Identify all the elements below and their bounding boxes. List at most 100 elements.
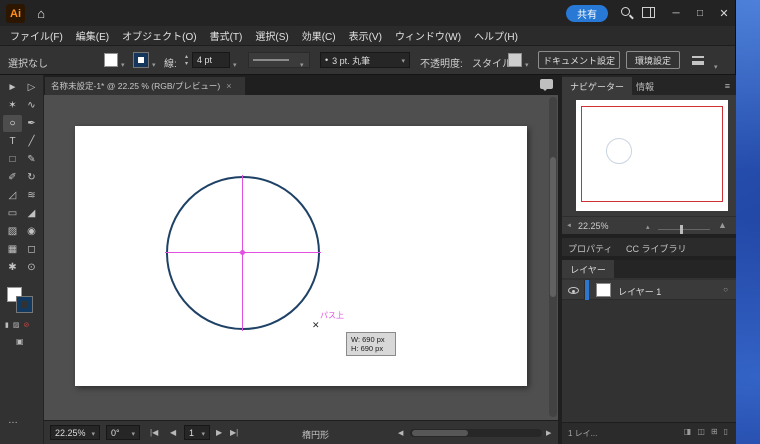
lasso-tool[interactable]: ∿ <box>22 97 41 114</box>
navigator-preview[interactable] <box>576 100 728 211</box>
artboard-number-dropdown[interactable]: 1 <box>184 425 210 440</box>
menu-help[interactable]: ヘルプ(H) <box>474 28 518 43</box>
menu-effect[interactable]: 効果(C) <box>302 28 336 43</box>
visibility-eye-icon[interactable] <box>568 287 579 294</box>
tab-properties[interactable]: プロパティ <box>568 242 612 255</box>
hand-tool[interactable]: ✱ <box>3 259 22 276</box>
brush-dropdown[interactable]: • 3 pt. 丸筆 <box>320 52 410 68</box>
new-layer-icon[interactable]: ⊞ <box>711 427 718 436</box>
control-panel-caret-icon[interactable] <box>714 56 718 74</box>
maximize-button[interactable]: □ <box>688 0 712 26</box>
close-button[interactable]: ✕ <box>712 0 736 26</box>
menu-view[interactable]: 表示(V) <box>349 28 382 43</box>
style-swatch[interactable] <box>508 53 522 67</box>
menu-window[interactable]: ウィンドウ(W) <box>395 28 461 43</box>
navigator-view-box[interactable] <box>581 106 723 202</box>
blend-tool[interactable]: ◉ <box>22 223 41 240</box>
document-tab-close-icon[interactable]: × <box>226 81 231 91</box>
make-clipping-mask-icon[interactable]: ◨ <box>684 427 692 436</box>
navigator-zoom-value[interactable]: 22.25% <box>578 221 609 231</box>
stroke-swatch[interactable] <box>16 296 33 313</box>
zoom-in-mountain-icon[interactable]: ▲ <box>718 220 727 230</box>
delete-layer-icon[interactable]: ▯ <box>724 427 728 436</box>
direct-selection-tool[interactable]: ▷ <box>22 79 41 96</box>
zoom-tool[interactable]: ⊙ <box>22 259 41 276</box>
vertical-scrollbar[interactable] <box>549 97 557 417</box>
navigator-zoom-slider[interactable] <box>658 229 710 230</box>
pen-tool[interactable]: ✒ <box>22 115 41 132</box>
desktop-wallpaper: Ai ⌂ 共有 ─ □ ✕ ファイル(F) 編集(E) オブジェクト(O) 書式… <box>0 0 760 444</box>
navigator-panel-menu-icon[interactable]: ≡ <box>725 81 730 91</box>
tab-info[interactable]: 情報 <box>628 77 662 95</box>
stroke-stepper-down-icon[interactable]: ▾ <box>183 61 190 67</box>
rotation-dropdown[interactable]: 0° <box>106 425 140 440</box>
canvas[interactable]: パス上 ✕ W: 690 px H: 690 px <box>44 95 558 420</box>
scroll-right-icon[interactable]: ▶ <box>546 429 551 437</box>
artboard-next-icon[interactable]: ▶ <box>216 428 222 437</box>
artboard-prev-icon[interactable]: ◀ <box>170 428 176 437</box>
width-tool[interactable]: ≋ <box>22 187 41 204</box>
menu-object[interactable]: オブジェクト(O) <box>122 28 196 43</box>
gradient-tool[interactable]: ▨ <box>3 223 22 240</box>
scale-tool[interactable]: ◿ <box>3 187 22 204</box>
stroke-color-swatch[interactable] <box>133 52 149 68</box>
zoom-out-mountain-icon[interactable]: ▴ <box>646 223 650 231</box>
zoom-dropdown[interactable]: 22.25% <box>50 425 100 440</box>
navigator-collapse-icon[interactable]: ◄ <box>566 223 572 229</box>
navigator-zoom-slider-thumb[interactable] <box>680 225 683 234</box>
color-swatch-icon[interactable]: ▮ <box>5 321 9 329</box>
ellipse-tool[interactable]: ○ <box>3 115 22 132</box>
layer-row[interactable]: レイヤー 1 ○ <box>562 280 736 300</box>
magic-wand-tool[interactable]: ✶ <box>3 97 22 114</box>
tab-navigator[interactable]: ナビゲーター <box>562 77 633 95</box>
rotate-tool[interactable]: ↻ <box>22 169 41 186</box>
share-button[interactable]: 共有 <box>566 5 608 22</box>
vertical-scrollbar-thumb[interactable] <box>550 157 556 297</box>
workspace-switcher-icon[interactable] <box>642 7 655 18</box>
pencil-tool[interactable]: ✐ <box>3 169 22 186</box>
layer-name[interactable]: レイヤー 1 <box>618 285 661 298</box>
preferences-button[interactable]: 環境設定 <box>626 51 680 69</box>
document-tab[interactable]: 名称未設定-1* @ 22.25 % (RGB/プレビュー) × <box>45 77 245 95</box>
menu-type[interactable]: 書式(T) <box>210 28 243 43</box>
tab-layers[interactable]: レイヤー <box>562 260 614 278</box>
menu-edit[interactable]: 編集(E) <box>76 28 109 43</box>
paintbrush-tool[interactable]: ✎ <box>22 151 41 168</box>
menu-file[interactable]: ファイル(F) <box>10 28 63 43</box>
horizontal-scrollbar-thumb[interactable] <box>412 430 468 436</box>
document-setup-button[interactable]: ドキュメント設定 <box>538 51 620 69</box>
minimize-button[interactable]: ─ <box>664 0 688 26</box>
horizontal-scrollbar[interactable] <box>410 429 542 437</box>
fill-color-swatch[interactable] <box>104 53 118 67</box>
artboard-tool[interactable]: ◻ <box>22 241 41 258</box>
opacity-label[interactable]: 不透明度: <box>420 55 463 70</box>
tab-cc-libraries[interactable]: CC ライブラリ <box>626 242 687 255</box>
scroll-left-icon[interactable]: ◀ <box>398 429 403 437</box>
more-tools-icon[interactable]: … <box>8 415 18 426</box>
menu-select[interactable]: 選択(S) <box>255 28 288 43</box>
comment-icon[interactable] <box>540 79 553 91</box>
gradient-swatch-icon[interactable]: ▨ <box>13 321 20 329</box>
control-panel-options-icon[interactable] <box>692 56 704 65</box>
type-tool[interactable]: T <box>3 133 22 150</box>
selection-tool[interactable]: ► <box>3 79 22 96</box>
eyedropper-tool[interactable]: ◢ <box>22 205 41 222</box>
artboard-first-icon[interactable]: |◀ <box>150 428 158 437</box>
layer-target-icon[interactable]: ○ <box>723 285 728 294</box>
rectangle-tool[interactable]: □ <box>3 151 22 168</box>
stroke-weight-caret-icon[interactable] <box>233 54 237 72</box>
mesh-tool[interactable]: ▦ <box>3 241 22 258</box>
layer-thumbnail[interactable] <box>596 283 611 297</box>
line-segment-tool[interactable]: ╱ <box>22 133 41 150</box>
draw-mode-icon[interactable]: ▣ <box>16 337 24 346</box>
none-swatch-icon[interactable]: ⊘ <box>23 321 29 329</box>
new-sublayer-icon[interactable]: ◫ <box>697 427 705 436</box>
stroke-weight-field[interactable]: 4 pt <box>192 52 230 68</box>
stroke-stepper-up-icon[interactable]: ▴ <box>183 54 190 60</box>
free-transform-tool[interactable]: ▭ <box>3 205 22 222</box>
artboard-last-icon[interactable]: ▶| <box>230 428 238 437</box>
search-icon[interactable] <box>621 7 630 16</box>
artboard-caret-icon <box>201 428 205 438</box>
menubar: ファイル(F) 編集(E) オブジェクト(O) 書式(T) 選択(S) 効果(C… <box>0 26 735 46</box>
home-icon[interactable]: ⌂ <box>31 3 51 23</box>
